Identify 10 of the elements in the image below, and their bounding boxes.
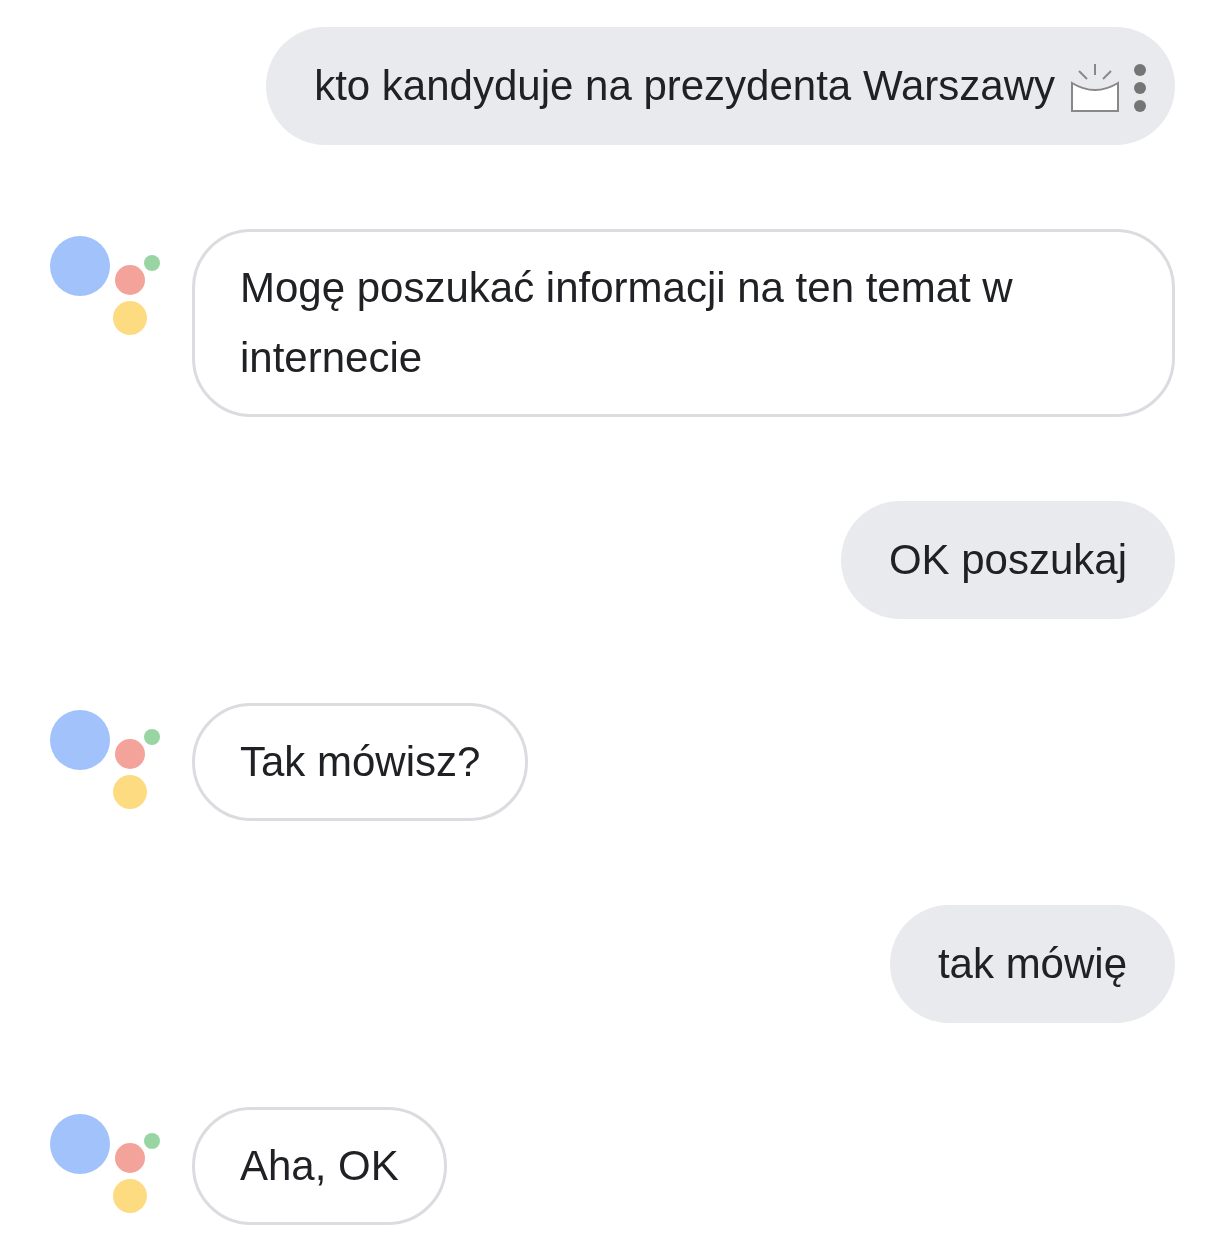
- assistant-message: Mogę poszukać informacji na ten temat w internecie: [192, 229, 1175, 417]
- assistant-logo-icon: [50, 236, 162, 338]
- assistant-logo-icon: [50, 1114, 162, 1216]
- assistant-message: Aha, OK: [192, 1107, 447, 1225]
- user-message: kto kandyduje na prezydenta Warszawy: [266, 27, 1175, 145]
- more-icon[interactable]: [1133, 63, 1147, 113]
- assistant-message: Tak mówisz?: [192, 703, 529, 821]
- user-message: OK poszukaj: [840, 501, 1175, 619]
- assistant-logo-icon: [50, 710, 162, 812]
- user-message: tak mówię: [889, 905, 1175, 1023]
